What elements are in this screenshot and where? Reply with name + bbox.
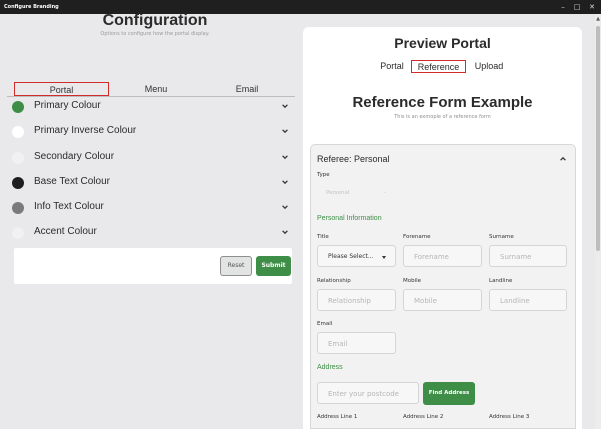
title-label: Title [317, 234, 329, 240]
mobile-label: Mobile [403, 278, 422, 284]
preview-tab-portal[interactable]: Portal [377, 60, 407, 73]
scroll-up-arrow-icon[interactable]: ▲ [595, 15, 601, 23]
primary-colour-label: Primary Colour [34, 100, 101, 111]
mobile-input[interactable]: Mobile [403, 289, 482, 311]
postcode-placeholder: Enter your postcode [328, 390, 399, 398]
primary-colour-row[interactable]: Primary Colour [12, 95, 299, 120]
surname-placeholder: Surname [500, 253, 532, 261]
configuration-title: Configuration [102, 12, 208, 29]
tab-email[interactable]: Email [202, 82, 292, 96]
surname-input[interactable]: Surname [489, 245, 567, 267]
scrollbar-thumb[interactable] [596, 26, 600, 251]
type-select[interactable]: Personal - [317, 184, 403, 204]
mobile-placeholder: Mobile [414, 297, 437, 305]
landline-placeholder: Landline [500, 297, 530, 305]
surname-label: Surname [489, 234, 514, 240]
maximize-button[interactable]: □ [571, 2, 583, 12]
accent-colour-swatch [12, 227, 24, 239]
info-text-colour-row[interactable]: Info Text Colour [12, 196, 299, 221]
type-select-value: Personal [326, 190, 350, 196]
type-select-dash: - [384, 190, 386, 196]
primary-inverse-colour-row[interactable]: Primary Inverse Colour [12, 120, 299, 145]
tab-menu[interactable]: Menu [112, 82, 200, 96]
base-text-colour-swatch [12, 177, 24, 189]
caret-down-icon [382, 256, 386, 259]
primary-colour-swatch [12, 101, 24, 113]
forename-input[interactable]: Forename [403, 245, 482, 267]
preview-tab-reference[interactable]: Reference [411, 60, 466, 73]
address-heading: Address [317, 364, 343, 371]
chevron-down-icon[interactable] [281, 153, 289, 161]
window-title: Configure Branding [4, 4, 59, 10]
info-text-colour-label: Info Text Colour [34, 201, 104, 212]
address-line-2-label: Address Line 2 [403, 414, 444, 420]
relationship-input[interactable]: Relationship [317, 289, 396, 311]
title-select[interactable]: Please Select... [317, 245, 396, 267]
title-select-value: Please Select... [328, 253, 374, 260]
chevron-down-icon[interactable] [281, 127, 289, 135]
base-text-colour-row[interactable]: Base Text Colour [12, 171, 299, 196]
accent-colour-row[interactable]: Accent Colour [12, 221, 299, 246]
relationship-placeholder: Relationship [328, 297, 371, 305]
reset-button[interactable]: Reset [220, 256, 252, 276]
secondary-colour-label: Secondary Colour [34, 151, 115, 162]
referee-card-title: Referee: Personal [317, 154, 390, 164]
address-line-3-label: Address Line 3 [489, 414, 530, 420]
email-placeholder: Email [328, 340, 348, 348]
email-input[interactable]: Email [317, 332, 396, 354]
reference-form-subtitle: This is an exmople of a reference form [394, 114, 491, 120]
info-text-colour-swatch [12, 202, 24, 214]
primary-inverse-colour-label: Primary Inverse Colour [34, 125, 137, 136]
relationship-label: Relationship [317, 278, 351, 284]
landline-label: Landline [489, 278, 513, 284]
base-text-colour-label: Base Text Colour [34, 176, 110, 187]
personal-information-heading: Personal Information [317, 215, 382, 222]
configuration-subtitle: Options to configure how the portal disp… [100, 31, 210, 37]
primary-inverse-colour-swatch [12, 126, 24, 138]
chevron-down-icon[interactable] [281, 178, 289, 186]
forename-label: Forename [403, 234, 431, 240]
preview-title: Preview Portal [394, 35, 491, 51]
accent-colour-label: Accent Colour [34, 226, 97, 237]
minimize-button[interactable]: – [557, 2, 569, 12]
postcode-input[interactable]: Enter your postcode [317, 382, 419, 404]
reference-form-title: Reference Form Example [352, 94, 533, 111]
email-label: Email [317, 321, 333, 327]
find-address-button[interactable]: Find Address [423, 382, 475, 405]
close-button[interactable]: ✕ [586, 2, 598, 12]
tab-portal[interactable]: Portal [14, 82, 109, 96]
chevron-down-icon[interactable] [281, 203, 289, 211]
forename-placeholder: Forename [414, 253, 449, 261]
chevron-down-icon[interactable] [281, 102, 289, 110]
address-line-1-label: Address Line 1 [317, 414, 358, 420]
landline-input[interactable]: Landline [489, 289, 567, 311]
secondary-colour-row[interactable]: Secondary Colour [12, 146, 299, 171]
chevron-up-icon[interactable] [559, 155, 567, 163]
chevron-down-icon[interactable] [281, 228, 289, 236]
preview-tab-upload[interactable]: Upload [470, 60, 508, 73]
type-label: Type [317, 172, 330, 178]
submit-button[interactable]: Submit [256, 256, 291, 276]
secondary-colour-swatch [12, 152, 24, 164]
